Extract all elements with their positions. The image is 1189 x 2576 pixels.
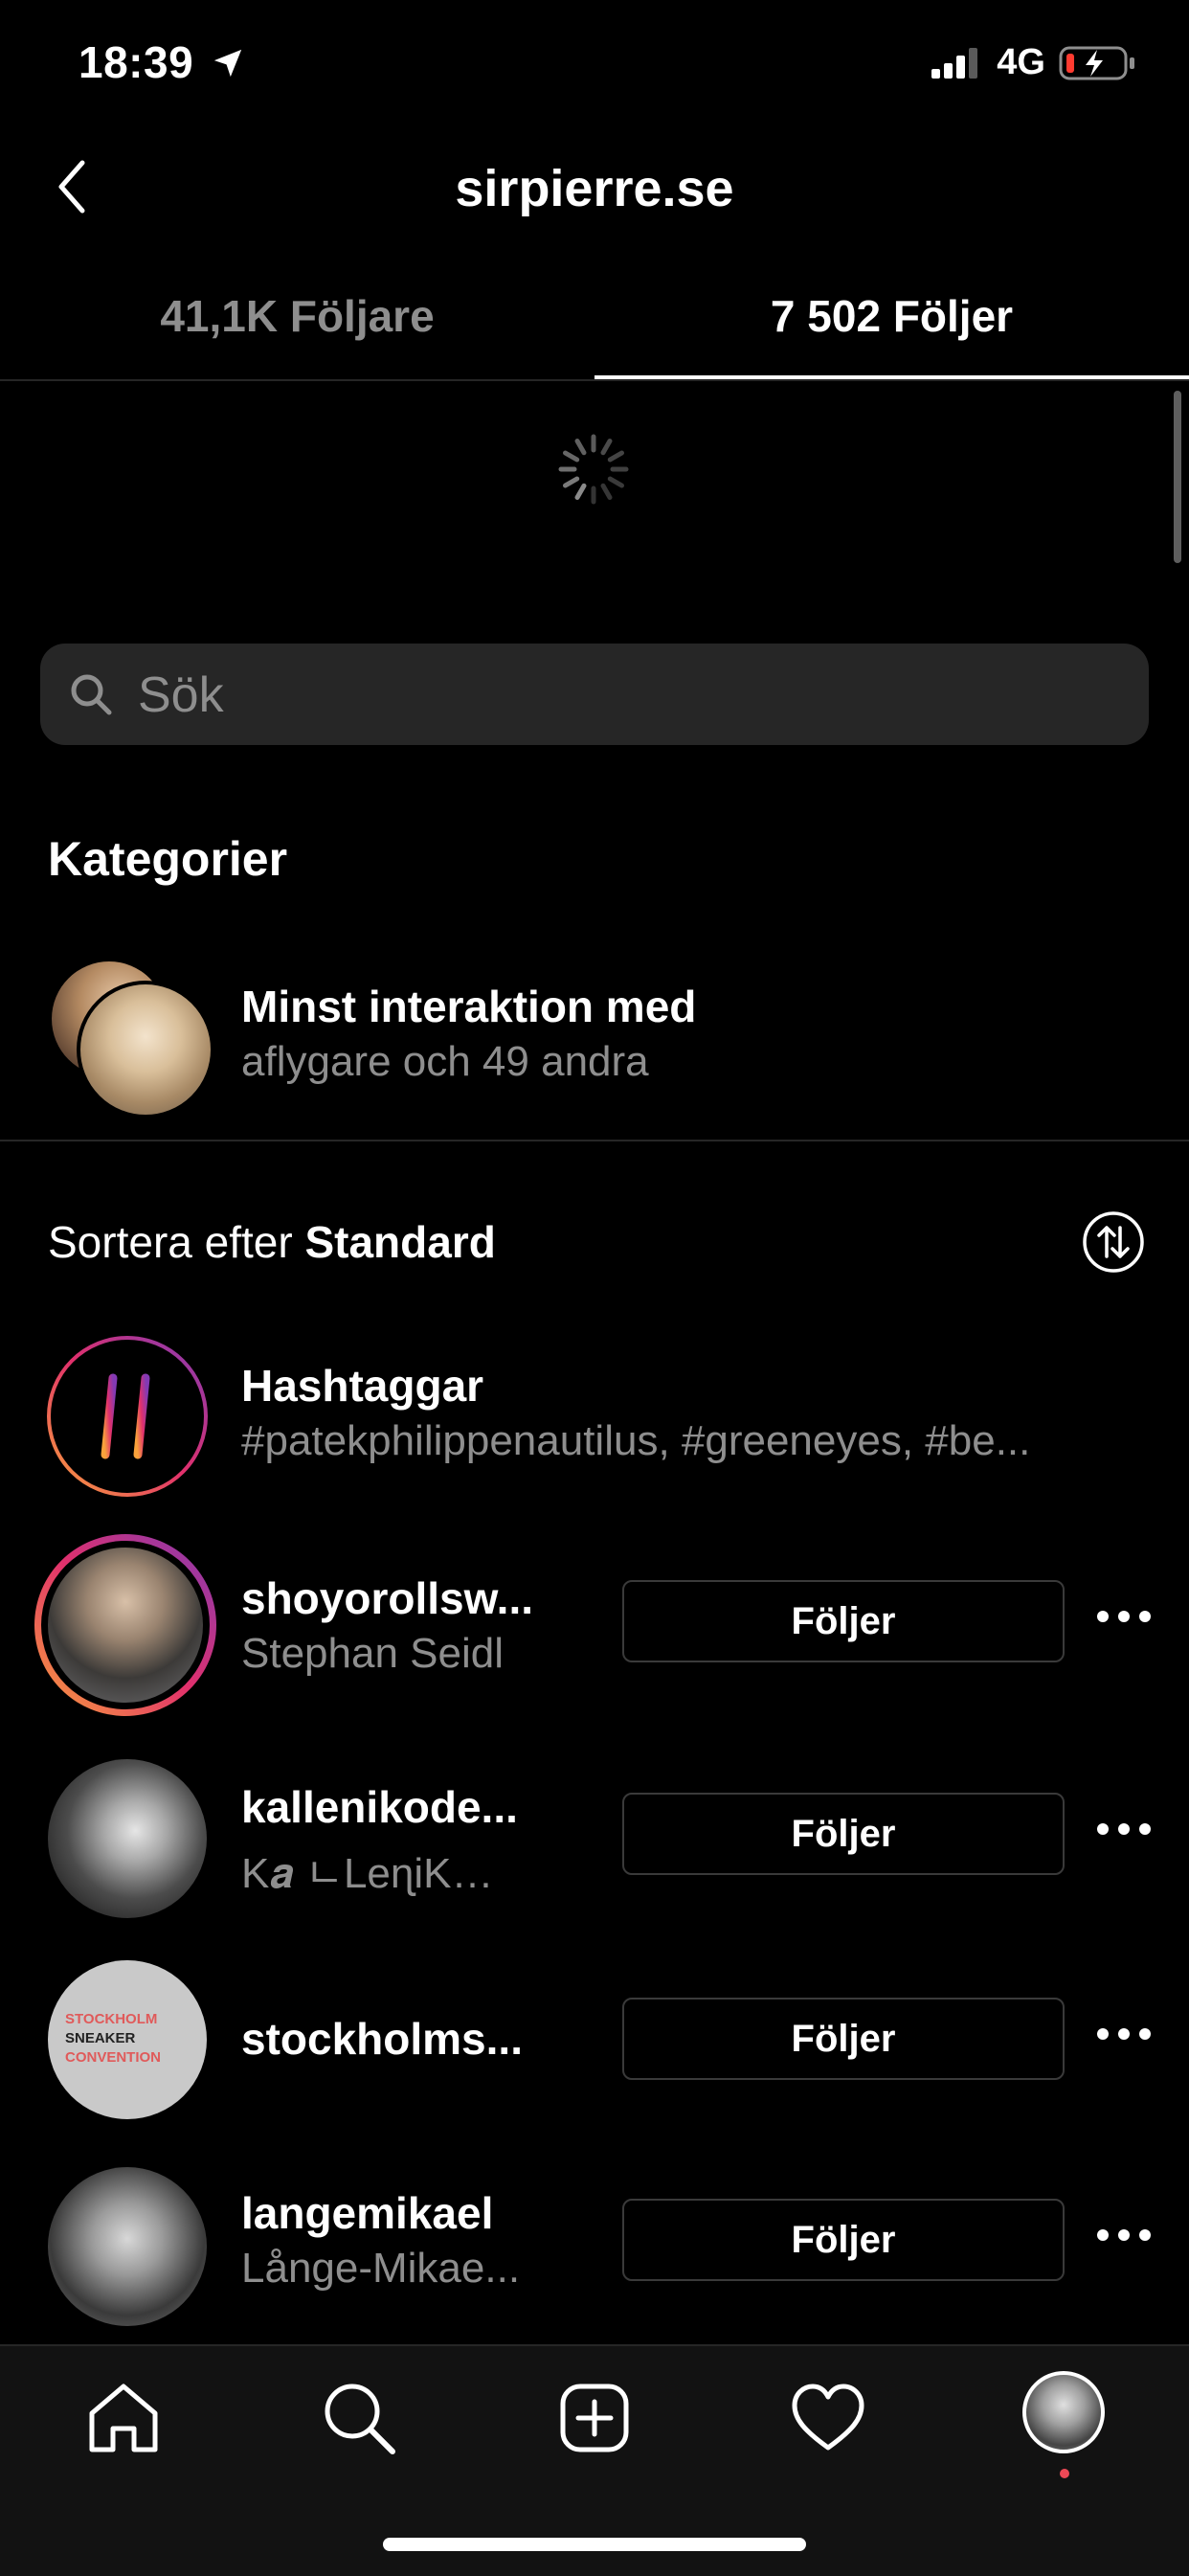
location-arrow-icon <box>214 49 242 78</box>
more-options-icon[interactable] <box>1097 2028 1151 2047</box>
home-indicator[interactable] <box>383 2538 806 2551</box>
loading-spinner-icon <box>558 434 629 505</box>
search-icon[interactable] <box>316 2375 402 2461</box>
full-name: K𝒂 ㄴLeɳiK… <box>241 1850 494 1897</box>
page-title: sirpierre.se <box>455 160 734 217</box>
status-time: 18:39 <box>79 36 244 88</box>
avatar: STOCKHOLM SNEAKER CONVENTION <box>48 1960 207 2119</box>
new-post-icon[interactable] <box>551 2375 638 2461</box>
following-button[interactable]: Följer <box>622 1580 1065 1662</box>
avatar <box>48 2167 207 2326</box>
following-button[interactable]: Följer <box>622 1793 1065 1875</box>
category-avatar-front <box>77 981 214 1119</box>
avatar-photo <box>48 1548 203 1703</box>
time-text: 18:39 <box>79 37 194 87</box>
following-button[interactable]: Följer <box>622 1998 1065 2080</box>
hashtags-row[interactable]: Hashtaggar #patekphilippenautilus, #gree… <box>0 1322 1189 1503</box>
list-item[interactable]: shoyorollsw... Stephan Seidl Följer <box>0 1532 1189 1716</box>
username: langemikael <box>241 2188 494 2238</box>
active-tab-indicator <box>594 375 1189 379</box>
more-options-icon[interactable] <box>1097 1823 1151 1842</box>
tab-following[interactable]: 7 502 Följer <box>594 278 1189 379</box>
status-indicators: 4G <box>930 42 1135 83</box>
search-input[interactable] <box>136 644 1116 747</box>
username: shoyorollsw... <box>241 1573 534 1623</box>
list-item[interactable]: STOCKHOLM SNEAKER CONVENTION stockholms.… <box>0 1954 1189 2126</box>
profile-avatar[interactable] <box>1022 2371 1105 2453</box>
category-subtitle: aflygare och 49 andra <box>241 1038 649 1085</box>
more-options-icon[interactable] <box>1097 2229 1151 2248</box>
full-name: Stephan Seidl <box>241 1630 504 1677</box>
battery-charging-icon <box>1059 46 1134 79</box>
sort-label: Sortera efter Standard <box>48 1216 496 1268</box>
list-item[interactable]: langemikael Långe-Mikae... Följer <box>0 2160 1189 2333</box>
category-title: Minst interaktion med <box>241 982 697 1031</box>
sort-value[interactable]: Standard <box>304 1217 495 1267</box>
more-options-icon[interactable] <box>1097 1611 1151 1630</box>
username: kallenikode... <box>241 1782 518 1832</box>
tab-bar: 41,1K Följare 7 502 Följer <box>0 278 1189 381</box>
search-icon <box>71 674 112 715</box>
home-icon[interactable] <box>80 2375 167 2461</box>
following-button[interactable]: Följer <box>622 2199 1065 2281</box>
full-name: Långe-Mikae... <box>241 2245 521 2292</box>
list-item[interactable]: kallenikode... K𝒂 ㄴLeɳiK… Följer <box>0 1752 1189 1925</box>
scrollbar[interactable] <box>1174 391 1181 563</box>
network-type: 4G <box>997 42 1045 82</box>
categories-heading: Kategorier <box>48 832 288 886</box>
sort-icon[interactable] <box>1082 1210 1145 1274</box>
tab-followers[interactable]: 41,1K Följare <box>0 278 594 379</box>
username: stockholms... <box>241 2014 523 2064</box>
activity-heart-icon[interactable] <box>785 2375 871 2461</box>
notification-dot <box>1060 2469 1069 2478</box>
avatar <box>48 1759 207 1918</box>
search-bar[interactable] <box>40 644 1149 747</box>
sort-prefix: Sortera efter <box>48 1217 293 1267</box>
hashtags-title: Hashtaggar <box>241 1361 484 1411</box>
signal-icon <box>931 47 978 79</box>
hashtags-subtitle: #patekphilippenautilus, #greeneyes, #be.… <box>241 1417 1031 1464</box>
avatar-logo-text: STOCKHOLM SNEAKER CONVENTION <box>65 2011 162 2066</box>
hashtag-icon <box>47 1336 208 1497</box>
